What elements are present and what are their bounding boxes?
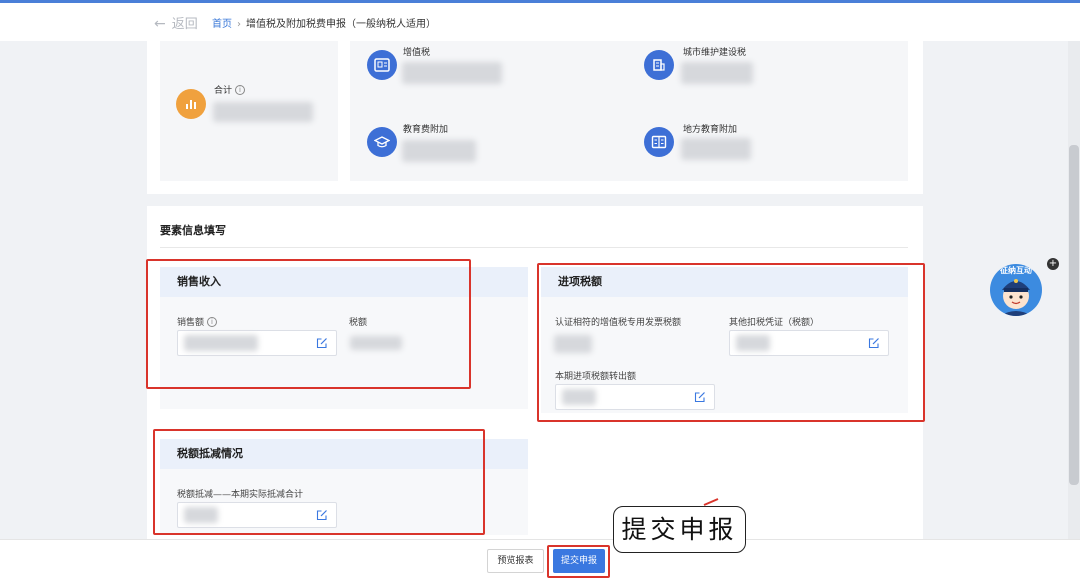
value-blurred (402, 140, 476, 162)
bar-chart-icon (176, 89, 206, 119)
section-divider (147, 194, 923, 206)
plus-icon[interactable]: + (1047, 258, 1059, 270)
scrollbar-thumb[interactable] (1069, 145, 1079, 485)
breadcrumb-current: 增值税及附加税费申报（一般纳税人适用） (246, 19, 436, 30)
value-blurred (681, 62, 753, 84)
total-label: 合计 i (214, 83, 246, 96)
section-title: 要素信息填写 (160, 224, 226, 237)
mascot-label: 征纳互动 (1000, 266, 1032, 275)
summary-item-label: 地方教育附加 (683, 125, 738, 135)
highlight-deduction (153, 429, 485, 535)
summary-item-label: 城市维护建设税 (683, 48, 747, 58)
chevron-right-icon: › (237, 19, 241, 30)
assistant-mascot[interactable]: 征纳互动 (990, 264, 1042, 316)
section-line (160, 247, 908, 248)
graduation-cap-icon (367, 127, 397, 157)
preview-report-button[interactable]: 预览报表 (487, 549, 544, 573)
building-icon (644, 50, 674, 80)
page-header: ← 返回 首页 › 增值税及附加税费申报（一般纳税人适用） (0, 3, 1080, 41)
summary-item-label: 增值税 (403, 48, 431, 58)
total-value-blurred (213, 102, 313, 122)
highlight-sales (146, 259, 471, 389)
value-blurred (402, 62, 502, 84)
info-icon: i (235, 85, 246, 95)
breadcrumb: 首页 › 增值税及附加税费申报（一般纳税人适用） (212, 15, 436, 30)
back-button[interactable]: ← 返回 (154, 13, 198, 32)
arrow-left-icon: ← (154, 16, 166, 32)
summary-item-label: 教育费附加 (403, 125, 449, 135)
book-icon (644, 127, 674, 157)
back-label: 返回 (171, 17, 198, 32)
tax-doc-icon (367, 50, 397, 80)
highlight-input-tax (537, 263, 925, 422)
breadcrumb-home[interactable]: 首页 (212, 19, 232, 30)
value-blurred (681, 138, 751, 160)
callout-annotation: 提交申报 (613, 506, 746, 553)
